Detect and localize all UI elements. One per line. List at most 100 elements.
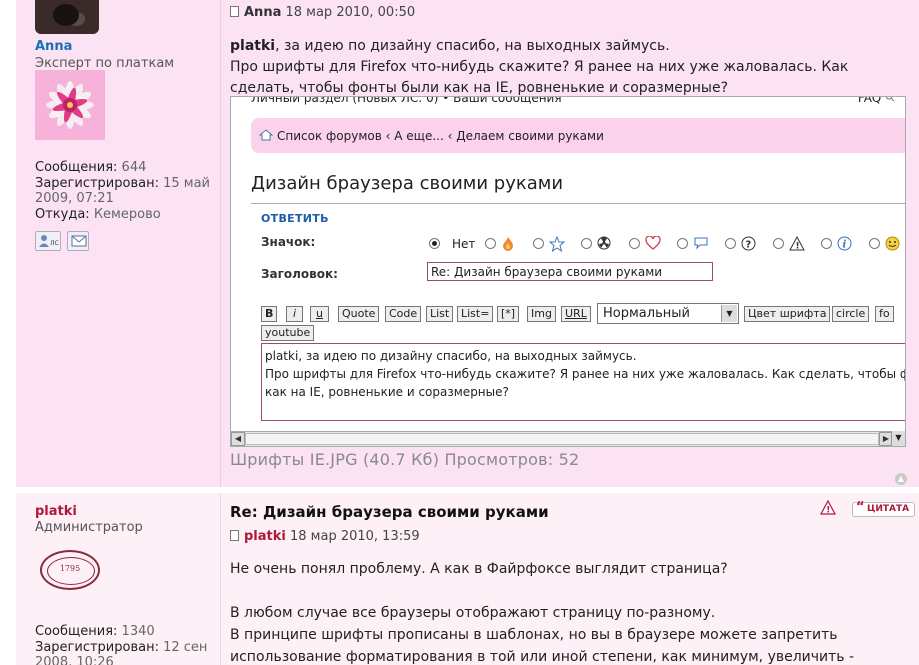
radio-none-label: Нет	[452, 237, 476, 251]
post-header: platki 18 мар 2010, 13:59	[230, 529, 420, 544]
stat-posts: Сообщения: 1340	[35, 624, 155, 639]
attachment-caption[interactable]: Шрифты IE.JPG (40.7 Кб) Просмотров: 52	[230, 450, 579, 469]
report-icon[interactable]: !	[820, 500, 836, 516]
avatar: 1795	[40, 550, 100, 590]
url-tag-button: URL	[561, 306, 591, 322]
post-profile: Anna Эксперт по платкам Сообщения: 644 З…	[16, 0, 221, 487]
subject-label: Заголовок:	[261, 267, 338, 281]
img-tag-button: Img	[527, 306, 556, 322]
radio-smile	[869, 238, 880, 249]
circle-tag-button: circle	[832, 306, 870, 322]
textarea-line: Про шрифты для Firefox что-нибудь скажит…	[265, 367, 906, 381]
post-document-icon[interactable]	[230, 6, 239, 17]
font-color-button: Цвет шрифта	[744, 306, 831, 322]
subject-field: Re: Дизайн браузера своими руками	[427, 262, 713, 281]
username[interactable]: Anna	[35, 39, 72, 54]
textarea-line: platki, за идею по дизайну спасибо, на в…	[265, 349, 637, 363]
post-header: Anna 18 мар 2010, 00:50	[230, 5, 415, 20]
quote-tag-button: Quote	[338, 306, 380, 322]
youtube-tag-button: youtube	[261, 325, 315, 341]
user-rank: Администратор	[35, 520, 143, 535]
message-textarea: platki, за идею по дизайну спасибо, на в…	[261, 343, 906, 421]
post-author[interactable]: platki	[244, 529, 286, 544]
info-icon: i	[837, 236, 852, 251]
attached-screenshot[interactable]: Личный раздел (Новых ЛС: 0) • Ваши сообщ…	[230, 96, 906, 447]
radio-heart	[629, 238, 640, 249]
post-author[interactable]: Anna	[244, 5, 281, 20]
back-to-top-icon[interactable]: ▲	[895, 473, 907, 485]
svg-text:!: !	[796, 242, 800, 252]
post-date: 18 мар 2010, 00:50	[285, 5, 416, 20]
scroll-thumb[interactable]	[245, 433, 879, 445]
stat-posts: Сообщения: 644	[35, 160, 147, 175]
svg-text:?: ?	[746, 240, 752, 251]
underline-button: u	[310, 306, 329, 322]
list-tag-button: List	[426, 306, 454, 322]
rank-image	[35, 70, 105, 140]
svg-text:i: i	[843, 240, 847, 251]
horizontal-scrollbar[interactable]: ◀ ▶	[231, 431, 905, 446]
search-icon	[885, 97, 895, 102]
post-body: platki, за идею по дизайну спасибо, на в…	[230, 36, 910, 99]
stat-from: Откуда: Кемерово	[35, 207, 161, 222]
list-eq-button: List=	[457, 306, 494, 322]
post-document-icon[interactable]	[230, 530, 239, 541]
italic-button: i	[286, 306, 304, 322]
body-line: использование форматирования в той или и…	[230, 649, 855, 665]
user-pm-icon: ЛС	[39, 235, 59, 247]
body-line: Про шрифты для Firefox что-нибудь скажит…	[230, 59, 849, 75]
fire-icon	[503, 237, 513, 251]
radio-speech	[677, 238, 688, 249]
font-tag-button: fo	[875, 306, 894, 322]
faq-link: FAQ	[858, 97, 895, 105]
bold-button: B	[261, 306, 278, 322]
svg-text:!: !	[826, 506, 830, 516]
screenshot-top-bar: Личный раздел (Новых ЛС: 0) • Ваши сообщ…	[251, 97, 901, 108]
svg-text:ЛС: ЛС	[50, 240, 59, 247]
pm-button[interactable]: ЛС	[35, 231, 61, 251]
post-body: Не очень понял проблему. А как в Файрфок…	[230, 558, 910, 665]
breadcrumb-text: Список форумов ‹ А еще... ‹ Делаем своим…	[277, 129, 604, 143]
radio-radiation	[581, 238, 592, 249]
screenshot-topic-title: Дизайн браузера своими руками	[251, 173, 564, 194]
chevron-down-icon: ▼	[721, 305, 737, 322]
smile-icon	[885, 236, 900, 251]
star-icon	[549, 236, 565, 252]
post-platki: platki Администратор 1795 Сообщения: 134…	[16, 493, 919, 665]
radiation-icon	[597, 236, 611, 250]
radio-fire	[485, 238, 496, 249]
warning-icon: !	[789, 236, 805, 251]
scroll-down-icon[interactable]: ▼	[891, 431, 905, 446]
body-line: В любом случае все браузеры отображают с…	[230, 605, 716, 621]
heart-icon	[645, 236, 661, 250]
icon-label: Значок:	[261, 235, 316, 249]
email-button[interactable]	[67, 231, 89, 251]
home-icon	[259, 129, 273, 141]
scroll-left-icon[interactable]: ◀	[231, 432, 245, 446]
radio-star	[533, 238, 544, 249]
post-title[interactable]: Re: Дизайн браузера своими руками	[230, 503, 549, 521]
radio-warning	[773, 238, 784, 249]
quote-button[interactable]: ЦИТАТА	[852, 501, 916, 517]
radio-info	[821, 238, 832, 249]
radio-none	[429, 238, 440, 249]
list-item-button: [*]	[497, 306, 520, 322]
code-tag-button: Code	[385, 306, 422, 322]
body-line: , за идею по дизайну спасибо, на выходны…	[275, 38, 670, 54]
screenshot-breadcrumb: Список форумов ‹ А еще... ‹ Делаем своим…	[251, 118, 905, 153]
user-rank: Эксперт по платкам	[35, 56, 175, 71]
post-profile: platki Администратор 1795 Сообщения: 134…	[16, 493, 221, 665]
username[interactable]: platki	[35, 504, 77, 519]
question-icon: ?	[741, 236, 756, 251]
radio-question	[725, 238, 736, 249]
textarea-line: как на IE, ровненькие и соразмерные?	[265, 385, 509, 399]
stat-registered: Зарегистрирован: 15 май 2009, 07:21	[35, 176, 211, 206]
stat-registered: Зарегистрирован: 12 сен 2008, 10:26	[35, 640, 208, 665]
post-date: 18 мар 2010, 13:59	[290, 529, 420, 544]
flower-icon	[35, 70, 105, 140]
font-size-select: Нормальный ▼	[597, 303, 739, 324]
screenshot-reply-link: ОТВЕТИТЬ	[261, 212, 329, 225]
body-line: сделать, чтобы фонты были как на IE, ров…	[230, 80, 729, 96]
speech-bubble-icon	[694, 237, 708, 250]
screenshot-reply-form: ОТВЕТИТЬ Значок: Нет ? ! i Заголовок: Re…	[251, 203, 906, 446]
